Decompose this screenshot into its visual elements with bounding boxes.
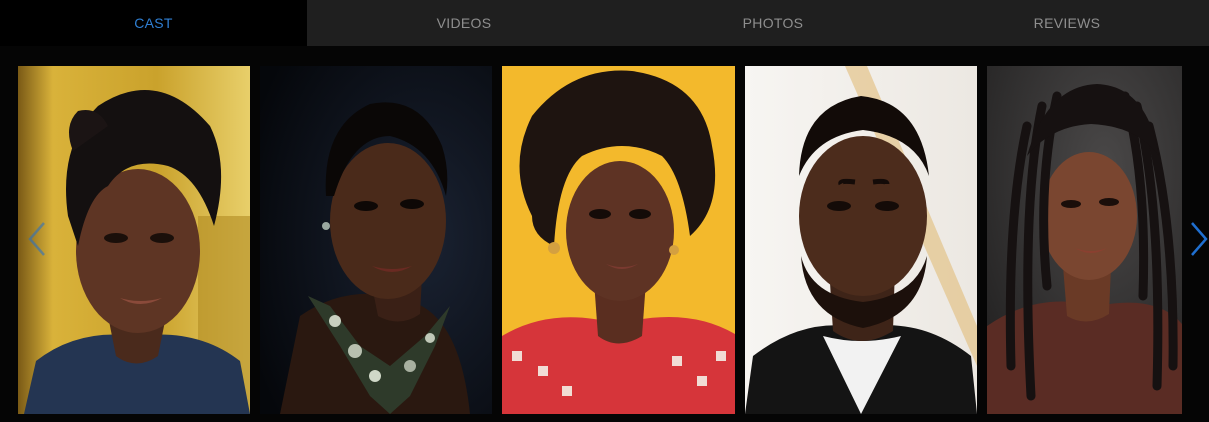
cast-photo xyxy=(260,66,492,414)
tab-photos[interactable]: PHOTOS xyxy=(621,0,925,46)
cast-photo xyxy=(502,66,735,414)
carousel-prev-button[interactable] xyxy=(26,221,48,257)
chevron-left-icon xyxy=(28,222,45,256)
cast-carousel xyxy=(0,46,1209,422)
cast-card[interactable] xyxy=(987,66,1182,414)
tab-videos[interactable]: VIDEOS xyxy=(307,0,621,46)
cast-card[interactable] xyxy=(502,66,735,414)
cast-card[interactable] xyxy=(260,66,492,414)
cast-card[interactable] xyxy=(18,66,250,414)
carousel-next-button[interactable] xyxy=(1188,221,1209,257)
cast-photo xyxy=(18,66,250,414)
chevron-right-icon xyxy=(1191,222,1208,256)
cast-card[interactable] xyxy=(745,66,977,414)
media-tab-bar: CAST VIDEOS PHOTOS REVIEWS xyxy=(0,0,1209,46)
cast-photo xyxy=(745,66,977,414)
tab-cast[interactable]: CAST xyxy=(0,0,307,46)
cast-photo xyxy=(987,66,1182,414)
tab-reviews[interactable]: REVIEWS xyxy=(925,0,1209,46)
